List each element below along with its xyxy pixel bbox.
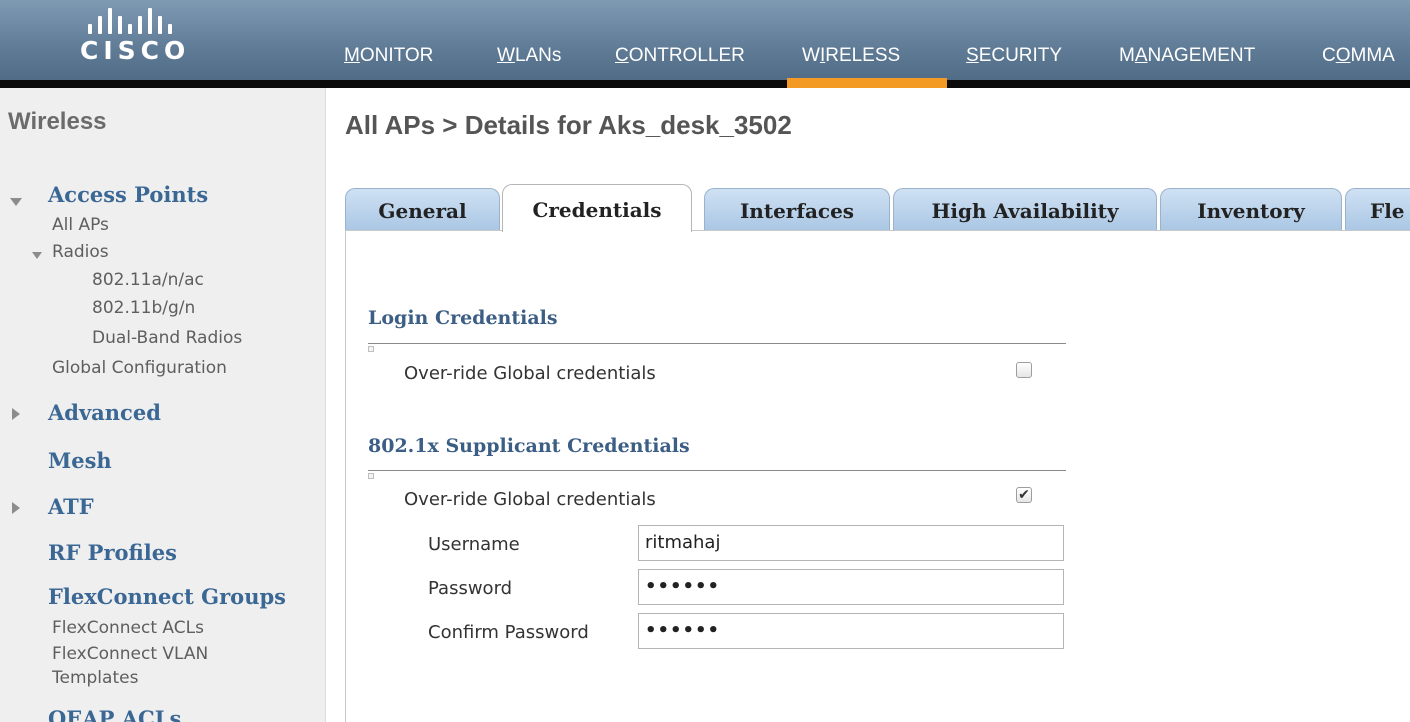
nav-active-indicator	[787, 78, 947, 88]
supplicant-credentials-title: 802.1x Supplicant Credentials	[368, 435, 690, 457]
nav-commands[interactable]: COMMA	[1322, 45, 1395, 67]
supplicant-override-checkbox[interactable]: ✔	[1016, 487, 1032, 503]
nav-security[interactable]: SECURITY	[966, 45, 1062, 67]
login-override-label: Over-ride Global credentials	[404, 363, 656, 384]
sidebar-item-flexconnect-acls[interactable]: FlexConnect ACLs	[52, 618, 204, 638]
sidebar-title: Wireless	[8, 108, 107, 135]
tab-credentials[interactable]: Credentials	[502, 184, 692, 232]
sidebar-item-flexconnect-vlan-templates[interactable]: Templates	[52, 668, 138, 688]
sidebar-item-access-points[interactable]: Access Points	[48, 182, 208, 207]
sidebar-item-all-aps[interactable]: All APs	[52, 215, 109, 235]
sidebar-item-dual-band[interactable]: Dual-Band Radios	[92, 328, 242, 348]
sidebar-item-oeap-acls[interactable]: OEAP ACLs	[48, 706, 181, 722]
section-marker-icon	[368, 473, 374, 479]
header-divider	[0, 80, 1410, 88]
sidebar-item-advanced[interactable]: Advanced	[48, 400, 161, 425]
sidebar-item-global-config[interactable]: Global Configuration	[52, 358, 227, 378]
section-divider	[368, 470, 1066, 471]
cisco-wordmark: CISCO	[80, 36, 191, 65]
expand-down-icon[interactable]	[32, 252, 42, 259]
tab-high-availability[interactable]: High Availability	[893, 188, 1157, 232]
nav-management[interactable]: MANAGEMENT	[1119, 45, 1255, 67]
cisco-logo-bars-icon	[88, 8, 198, 34]
login-credentials-title: Login Credentials	[368, 307, 558, 329]
nav-monitor[interactable]: MONITOR	[344, 45, 433, 67]
credentials-panel: Login Credentials Over-ride Global crede…	[345, 230, 1410, 722]
main-nav: MONITOR WLANs CONTROLLER WIRELESS SECURI…	[332, 0, 1410, 80]
login-override-checkbox[interactable]	[1016, 362, 1032, 378]
page-title: All APs > Details for Aks_desk_3502	[345, 110, 792, 140]
section-marker-icon	[368, 346, 374, 352]
tab-general[interactable]: General	[345, 188, 500, 232]
tab-flexconnect[interactable]: Fle	[1345, 188, 1410, 232]
username-label: Username	[428, 534, 520, 555]
sidebar-item-atf[interactable]: ATF	[48, 494, 94, 519]
nav-wireless[interactable]: WIRELESS	[802, 45, 900, 67]
sidebar: Wireless Access Points All APs Radios 80…	[0, 88, 326, 722]
tab-inventory[interactable]: Inventory	[1160, 188, 1342, 232]
supplicant-override-label: Over-ride Global credentials	[404, 489, 656, 510]
nav-wlans[interactable]: WLANs	[497, 45, 561, 67]
tab-bar: General Credentials Interfaces High Avai…	[345, 184, 1410, 232]
sidebar-item-radios[interactable]: Radios	[52, 242, 109, 262]
password-input[interactable]: ••••••	[638, 569, 1064, 605]
sidebar-item-flexconnect-vlan[interactable]: FlexConnect VLAN	[52, 644, 208, 664]
confirm-password-label: Confirm Password	[428, 622, 589, 643]
expand-right-icon[interactable]	[12, 408, 20, 420]
sidebar-item-radio-a[interactable]: 802.11a/n/ac	[92, 270, 204, 290]
top-header: CISCO MONITOR WLANs CONTROLLER WIRELESS …	[0, 0, 1410, 88]
cisco-logo: CISCO	[64, 8, 224, 74]
sidebar-item-rf-profiles[interactable]: RF Profiles	[48, 540, 177, 565]
confirm-password-input[interactable]: ••••••	[638, 613, 1064, 649]
sidebar-item-radio-b[interactable]: 802.11b/g/n	[92, 298, 195, 318]
sidebar-item-mesh[interactable]: Mesh	[48, 448, 112, 473]
section-divider	[368, 343, 1066, 344]
sidebar-item-flexconnect-groups[interactable]: FlexConnect Groups	[48, 584, 286, 609]
expand-right-icon[interactable]	[12, 502, 20, 514]
expand-down-icon[interactable]	[10, 198, 22, 206]
nav-controller[interactable]: CONTROLLER	[615, 45, 745, 67]
username-input[interactable]: ritmahaj	[638, 525, 1064, 561]
password-label: Password	[428, 578, 513, 599]
tab-interfaces[interactable]: Interfaces	[704, 188, 890, 232]
